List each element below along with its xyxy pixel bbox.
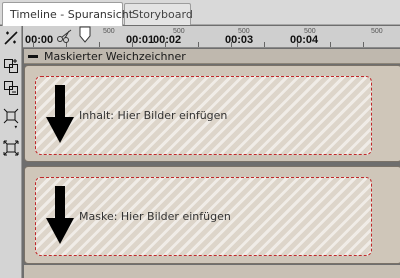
content-dropzone[interactable]: Inhalt: Hier Bilder einfügen: [35, 76, 372, 155]
ungroup-objects-icon[interactable]: [2, 79, 20, 97]
ruler-minor-label: 500: [371, 28, 383, 35]
ruler-tick: [264, 42, 265, 47]
ruler-tick: [231, 42, 232, 47]
ruler-tick: [330, 42, 331, 47]
fit-to-frame-icon[interactable]: ▾: [2, 107, 20, 131]
tab-storyboard[interactable]: Storyboard: [124, 3, 193, 25]
ruler-label: 00:02: [153, 34, 182, 46]
arrow-down-icon: [46, 186, 74, 244]
playhead-marker-icon[interactable]: [79, 26, 91, 44]
ruler-label: 00:00: [25, 34, 54, 46]
effect-group-header[interactable]: Maskierter Weichzeichner: [24, 49, 400, 64]
track-area-bottom: [24, 265, 400, 278]
scissors-marker-icon[interactable]: [56, 29, 74, 43]
collapse-icon[interactable]: [28, 54, 38, 58]
ruler-tick: [297, 42, 298, 47]
tab-timeline-spuransicht[interactable]: Timeline - Spuransicht: [2, 2, 133, 26]
track-mask[interactable]: Maske: Hier Bilder einfügen: [24, 166, 400, 264]
track-content[interactable]: Inhalt: Hier Bilder einfügen: [24, 65, 400, 162]
mask-dropzone[interactable]: Maske: Hier Bilder einfügen: [35, 177, 372, 256]
arrow-down-icon: [46, 85, 74, 143]
magic-cut-icon[interactable]: [2, 29, 20, 47]
ruler-label: 00:03: [225, 34, 254, 46]
ruler-tick: [33, 42, 34, 47]
dropzone-label: Maske: Hier Bilder einfügen: [79, 210, 231, 223]
ruler-label: 00:04: [290, 34, 319, 46]
tab-bar: Timeline - Spuransicht Storyboard: [0, 0, 400, 26]
ruler-tick: [198, 42, 199, 47]
ruler-minor-label: 500: [103, 28, 115, 35]
ruler-tick: [363, 42, 364, 47]
ruler-tick: [165, 42, 166, 47]
group-objects-icon[interactable]: [2, 57, 20, 75]
timeline-ruler[interactable]: 00:00 500 00:01 500 00:02 500 00:03 500 …: [23, 26, 400, 48]
ruler-tick: [99, 42, 100, 47]
ruler-label: 00:01: [126, 34, 155, 46]
ruler-tick: [132, 42, 133, 47]
timeline-tool-strip: ▾: [0, 26, 22, 278]
dropdown-arrow-icon: ▾: [13, 123, 18, 131]
expand-frame-icon[interactable]: [2, 139, 20, 157]
dropzone-label: Inhalt: Hier Bilder einfügen: [79, 109, 228, 122]
group-title: Maskierter Weichzeichner: [44, 50, 186, 63]
